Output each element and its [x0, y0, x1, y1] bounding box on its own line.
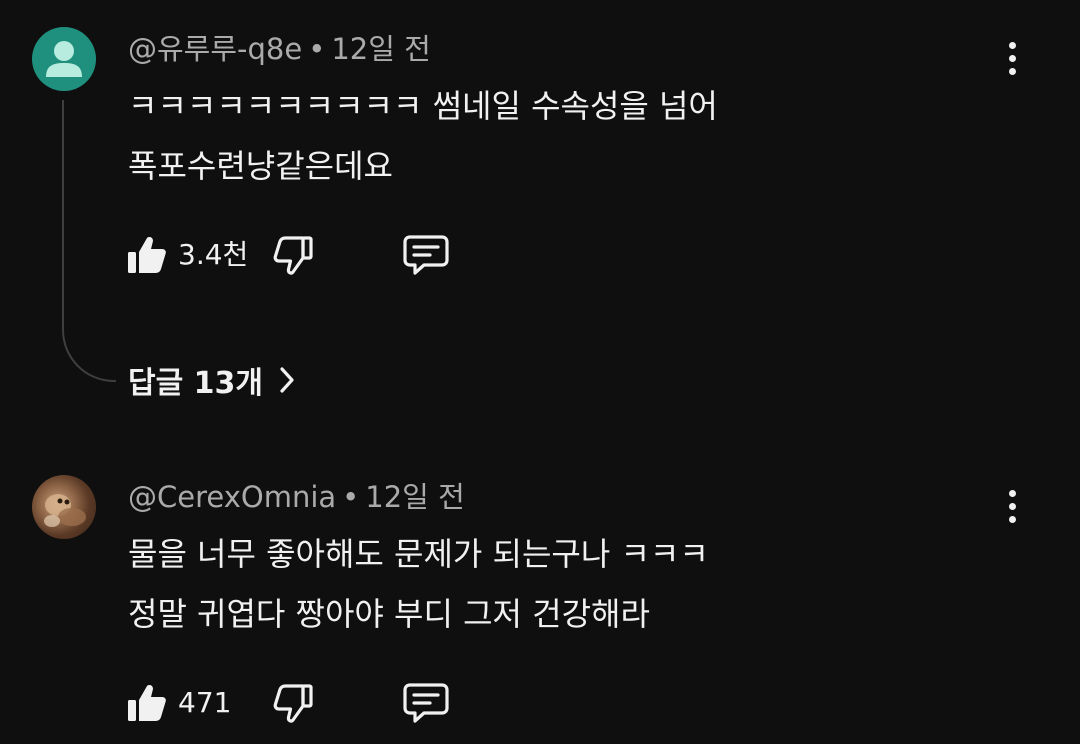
comment-line: 폭포수련냥같은데요 [128, 147, 393, 185]
thumbs-down-icon [273, 236, 313, 275]
comment-thread: @CerexOmnia • 12일 전 물을 너무 좋아해도 문제가 되는구나 ㅋㅋ… [0, 460, 1080, 744]
comment-line: 물을 너무 좋아해도 문제가 되는구나 ㅋㅋㅋ [128, 535, 709, 573]
thumbs-down-icon [273, 684, 313, 723]
comment-text: 물을 너무 좋아해도 문제가 되는구나 ㅋㅋㅋ 정말 귀엽다 짱아야 부디 그저… [128, 524, 709, 644]
thumbs-up-icon [128, 685, 166, 721]
meta-separator: • [342, 480, 360, 514]
comment-line: 정말 귀엽다 짱아야 부디 그저 건강해라 [128, 595, 650, 633]
chevron-right-icon [280, 367, 294, 393]
comment-actions: 3.4천 [126, 233, 526, 277]
comment-time: 12일 전 [331, 32, 431, 66]
dislike-button[interactable] [272, 233, 314, 277]
more-options-button[interactable] [992, 482, 1032, 530]
comment-icon [403, 683, 449, 723]
default-person-icon [46, 41, 82, 77]
comment-line: ㅋㅋㅋㅋㅋㅋㅋㅋㅋㅋ 썸네일 수속성을 넘어 [128, 87, 718, 125]
like-count: 3.4천 [178, 238, 249, 271]
thumbs-up-icon [128, 237, 166, 273]
dislike-button[interactable] [272, 681, 314, 725]
photo-avatar-icon [44, 494, 86, 527]
comment-meta: @유루루-q8e • 12일 전 [128, 29, 431, 69]
more-options-button[interactable] [992, 34, 1032, 82]
comment-text: ㅋㅋㅋㅋㅋㅋㅋㅋㅋㅋ 썸네일 수속성을 넘어 폭포수련냥같은데요 [128, 76, 718, 196]
view-replies-button[interactable]: 답글 13개 [128, 356, 297, 404]
comment-author[interactable]: @CerexOmnia [128, 480, 336, 514]
comment-author[interactable]: @유루루-q8e [128, 32, 302, 66]
meta-separator: • [308, 32, 326, 66]
comment-time: 12일 전 [365, 480, 465, 514]
like-button[interactable] [126, 233, 168, 277]
replies-label: 답글 13개 [128, 366, 263, 401]
more-vertical-icon [1008, 489, 1016, 497]
like-button[interactable] [126, 681, 168, 725]
comment-thread: @유루루-q8e • 12일 전 ㅋㅋㅋㅋㅋㅋㅋㅋㅋㅋ 썸네일 수속성을 넘어 폭포… [0, 0, 1080, 430]
reply-button[interactable] [402, 233, 450, 277]
reply-button[interactable] [402, 681, 450, 725]
comment-meta: @CerexOmnia • 12일 전 [128, 477, 465, 517]
more-vertical-icon [1008, 41, 1016, 49]
comment-actions: 471 [126, 681, 526, 725]
thread-line [62, 100, 116, 382]
avatar[interactable] [32, 475, 96, 539]
comment-icon [403, 235, 449, 275]
like-count: 471 [178, 686, 232, 719]
avatar[interactable] [32, 27, 96, 91]
